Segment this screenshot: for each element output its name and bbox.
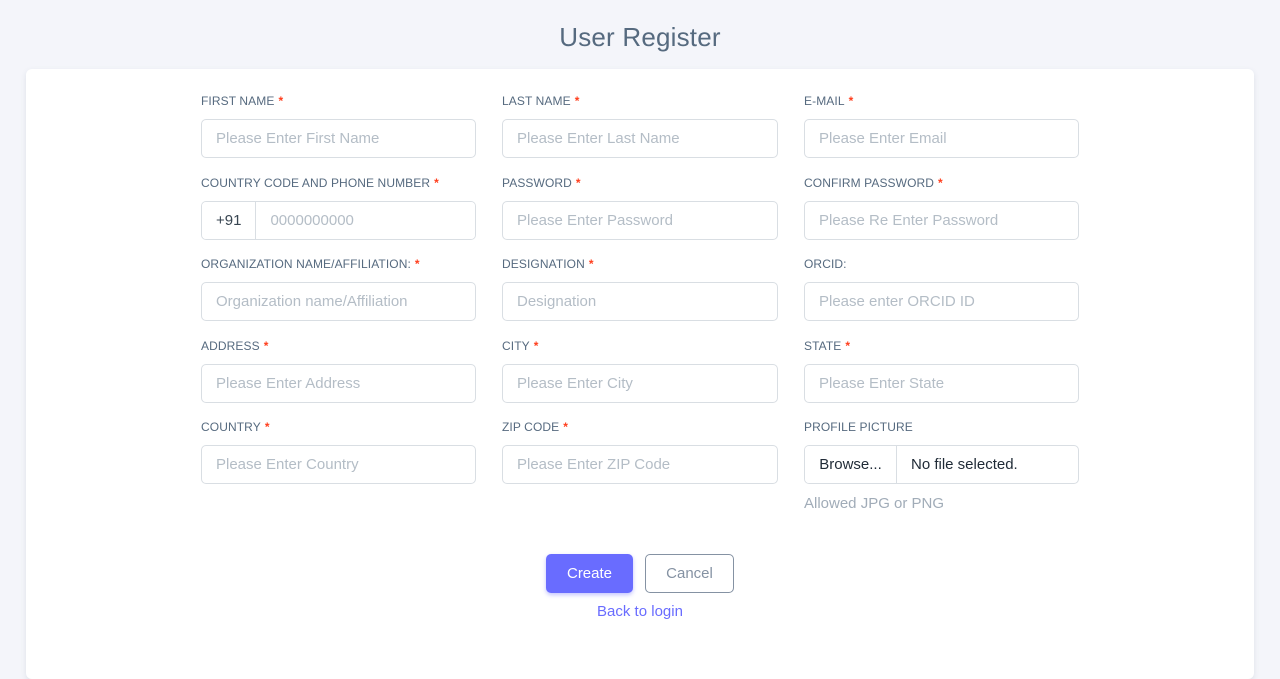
address-group: ADDRESS *	[201, 338, 476, 420]
profile-picture-group: PROFILE PICTURE Browse... No file select…	[804, 419, 1079, 512]
back-to-login: Back to login	[26, 603, 1254, 620]
create-button[interactable]: Create	[546, 554, 633, 593]
back-to-login-link[interactable]: Back to login	[597, 603, 683, 620]
required-mark: *	[574, 94, 580, 108]
register-form: FIRST NAME* LAST NAME* E-MAIL* COUNTRY C…	[201, 93, 1079, 512]
last-name-input[interactable]	[502, 119, 778, 158]
zip-input[interactable]	[502, 445, 778, 484]
city-label: CITY *	[502, 338, 539, 353]
orcid-input[interactable]	[804, 282, 1079, 321]
zip-label: ZIP CODE *	[502, 420, 569, 434]
required-mark: *	[588, 257, 594, 271]
city-group: CITY *	[502, 338, 778, 420]
state-label: STATE *	[804, 338, 851, 353]
country-label: COUNTRY *	[201, 420, 270, 434]
phone-group: COUNTRY CODE AND PHONE NUMBER * +91	[201, 175, 476, 257]
last-name-label: LAST NAME *	[502, 94, 580, 108]
phone-number-input[interactable]	[256, 201, 475, 239]
organization-label: ORGANIZATION NAME/AFFILIATION: *	[201, 257, 420, 271]
first-name-group: FIRST NAME *	[201, 93, 476, 175]
profile-picture-label: PROFILE PICTURE	[804, 420, 913, 434]
address-input[interactable]	[201, 363, 476, 403]
state-group: STATE *	[804, 338, 1079, 420]
required-mark: *	[278, 94, 284, 108]
file-status: No file selected.	[911, 456, 1018, 473]
required-mark: *	[938, 175, 943, 190]
form-actions: Create Cancel	[26, 554, 1254, 593]
organization-input[interactable]	[201, 282, 476, 321]
required-mark: *	[848, 94, 854, 108]
email-input[interactable]	[804, 119, 1079, 158]
required-mark: *	[414, 257, 420, 271]
profile-picture-input[interactable]: Browse... No file selected.	[804, 445, 1079, 484]
state-input[interactable]	[804, 363, 1079, 403]
required-mark: *	[264, 420, 270, 434]
country-input[interactable]	[201, 445, 476, 484]
orcid-label: ORCID:	[804, 257, 847, 271]
zip-group: ZIP CODE *	[502, 419, 778, 501]
designation-label: DESIGNATION *	[502, 257, 594, 271]
register-card: FIRST NAME* LAST NAME* E-MAIL* COUNTRY C…	[26, 69, 1254, 679]
email-label: E-MAIL *	[804, 94, 854, 108]
page-title: User Register	[559, 22, 721, 52]
password-input[interactable]	[502, 200, 778, 240]
confirm-password-input[interactable]	[804, 200, 1079, 240]
required-mark: *	[263, 338, 269, 353]
phone-label: COUNTRY CODE AND PHONE NUMBER *	[201, 175, 439, 190]
first-name-label: FIRST NAME *	[201, 94, 284, 108]
first-name-input[interactable]	[201, 119, 476, 158]
required-mark: *	[563, 420, 569, 434]
country-group: COUNTRY *	[201, 419, 476, 501]
phone-input-group: +91	[201, 200, 476, 240]
confirm-password-group: CONFIRM PASSWORD *	[804, 175, 1079, 257]
designation-group: DESIGNATION *	[502, 256, 778, 338]
address-label: ADDRESS *	[201, 338, 269, 353]
city-input[interactable]	[502, 363, 778, 403]
browse-button[interactable]: Browse...	[805, 446, 897, 483]
password-label: PASSWORD *	[502, 175, 581, 190]
password-group: PASSWORD *	[502, 175, 778, 257]
country-code-select[interactable]: +91	[202, 201, 257, 239]
confirm-password-label: CONFIRM PASSWORD *	[804, 175, 943, 190]
required-mark: *	[575, 175, 581, 190]
organization-group: ORGANIZATION NAME/AFFILIATION: *	[201, 256, 476, 338]
required-mark: *	[533, 338, 539, 353]
required-mark: *	[845, 338, 851, 353]
email-group: E-MAIL *	[804, 93, 1079, 175]
file-type-hint: Allowed JPG or PNG	[804, 495, 945, 512]
last-name-group: LAST NAME *	[502, 93, 778, 175]
required-mark: *	[434, 175, 439, 190]
orcid-group: ORCID:	[804, 256, 1079, 338]
cancel-button[interactable]: Cancel	[645, 554, 734, 593]
designation-input[interactable]	[502, 282, 778, 321]
